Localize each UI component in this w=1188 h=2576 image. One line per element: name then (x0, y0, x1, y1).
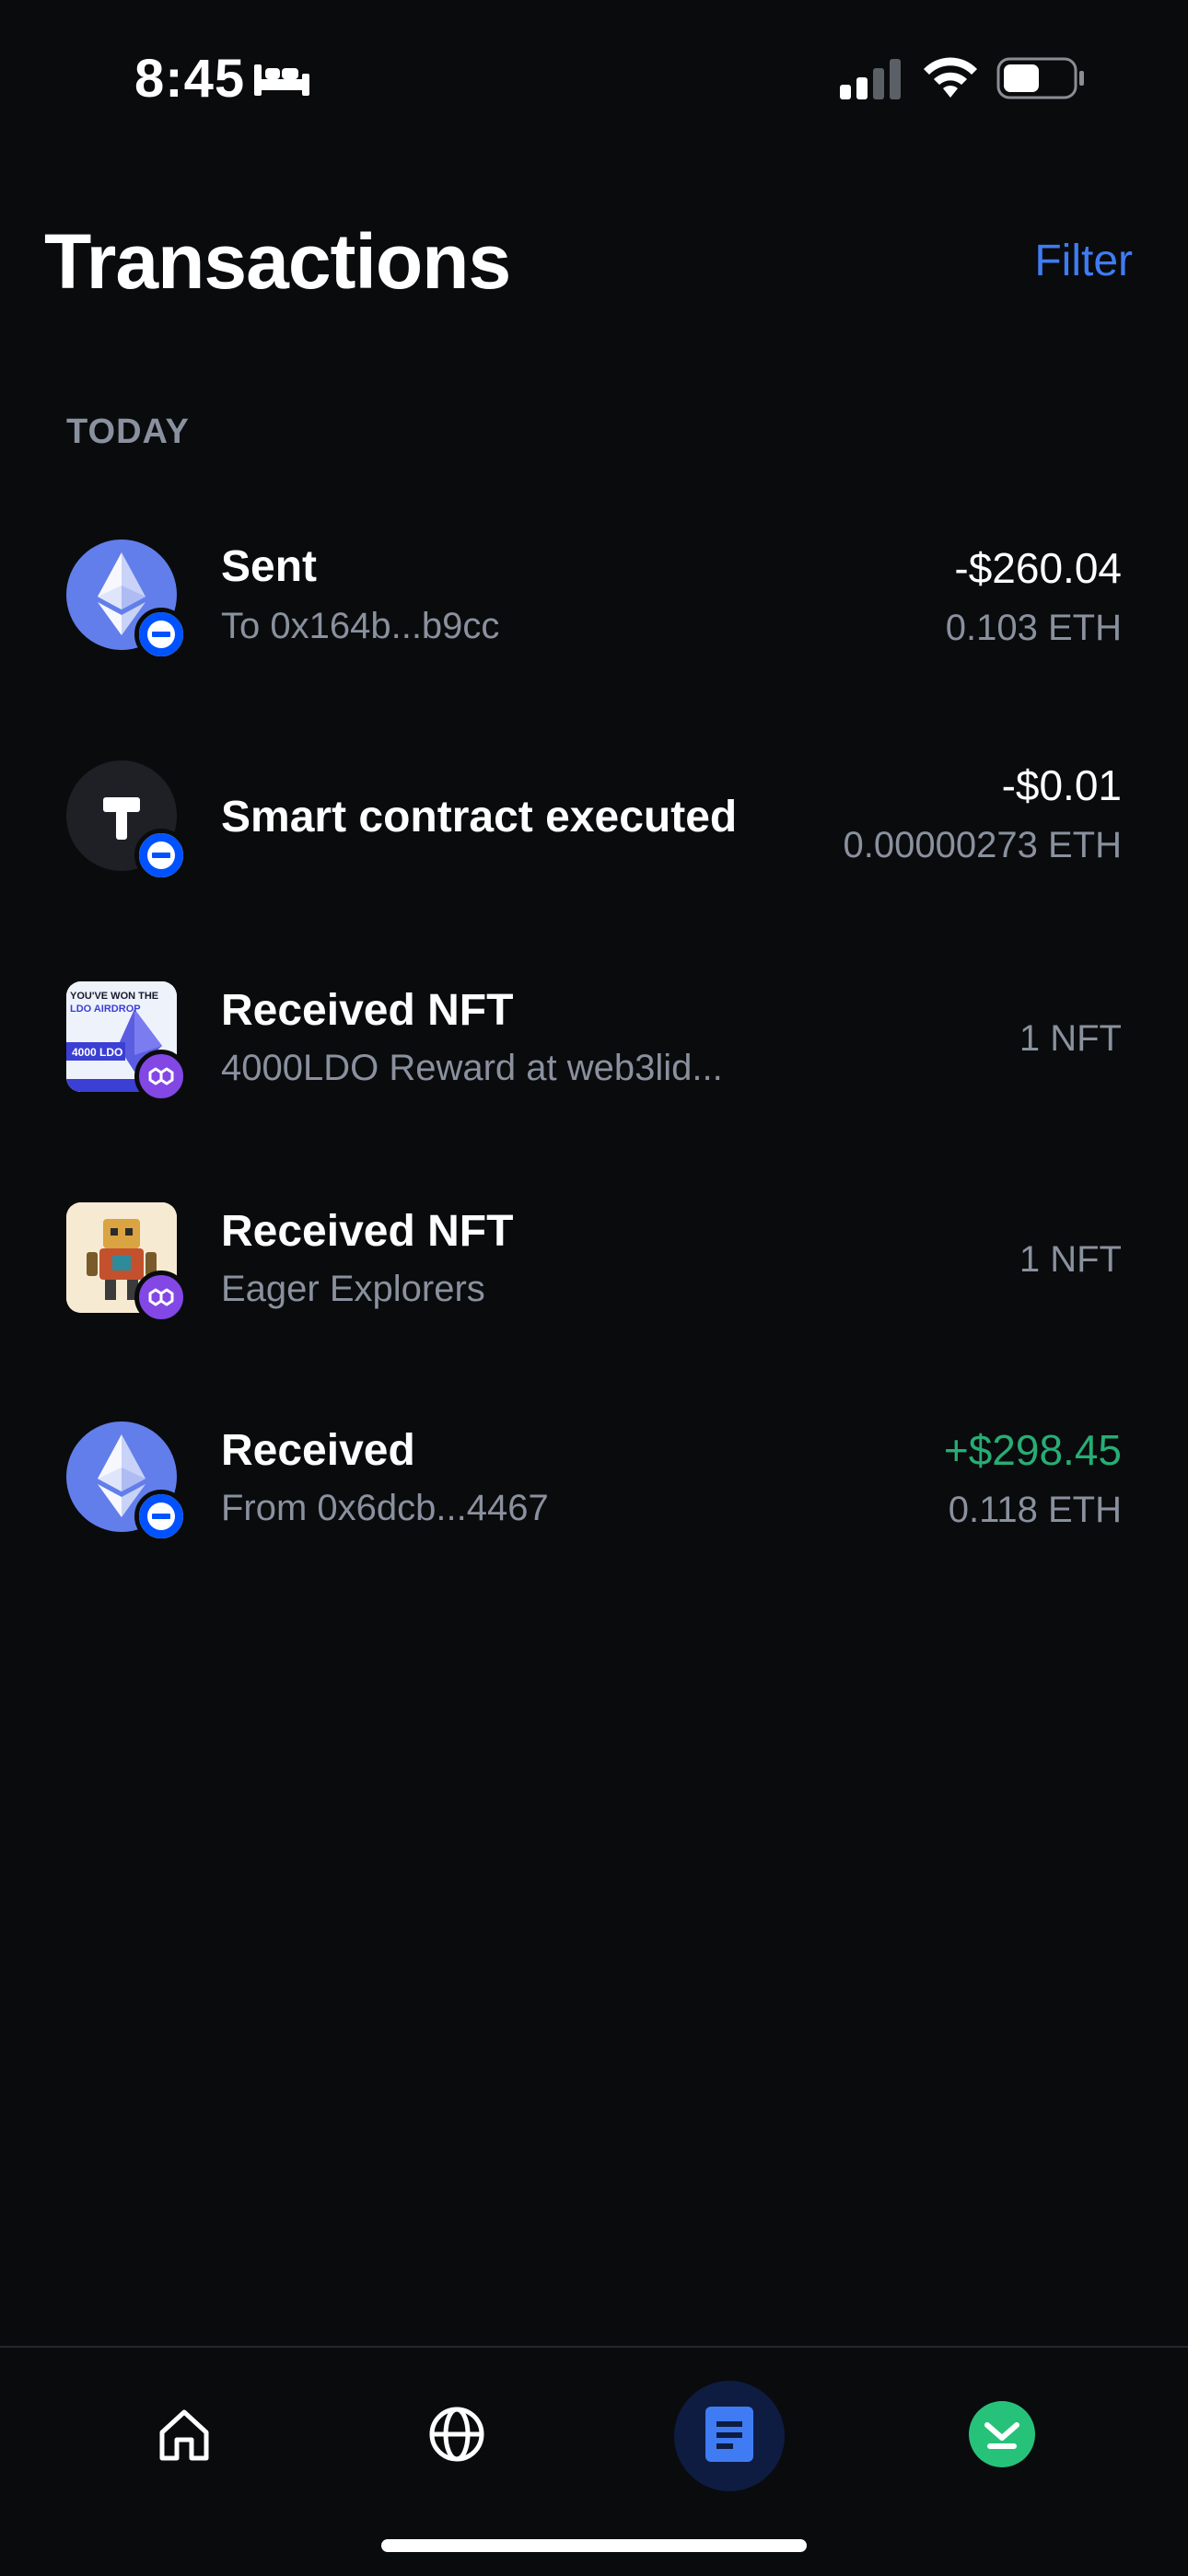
nft-thumbnail-text: YOU'VE WON THE (70, 991, 159, 1002)
download-icon (969, 2400, 1035, 2472)
bed-icon (254, 61, 309, 100)
ethereum-icon (66, 1421, 188, 1543)
hammer-icon (66, 760, 188, 882)
transaction-title: Received NFT (221, 1207, 514, 1256)
transaction-crypto-amount: 0.118 ETH (948, 1490, 1122, 1530)
polygon-network-badge (134, 1050, 188, 1103)
ethereum-network-badge (134, 829, 188, 882)
transaction-row-smart-contract[interactable]: Smart contract executed -$0.01 0.0000027… (0, 725, 1188, 910)
ethereum-network-badge (134, 1490, 188, 1543)
transaction-row-sent[interactable]: Sent To 0x164b...b9cc -$260.04 0.103 ETH (0, 503, 1188, 687)
transaction-fiat-amount: -$0.01 (1001, 761, 1122, 809)
polygon-network-badge (134, 1271, 188, 1324)
transaction-fiat-amount: +$298.45 (943, 1426, 1122, 1474)
transaction-title: Received NFT (221, 986, 514, 1035)
status-time: 8:45 (134, 49, 246, 109)
transaction-row-received[interactable]: Received From 0x6dcb...4467 +$298.45 0.1… (0, 1387, 1188, 1571)
transaction-subtitle: To 0x164b...b9cc (221, 606, 500, 646)
home-indicator (381, 2539, 807, 2552)
transaction-row-received-nft[interactable]: Received NFT Eager Explorers 1 NFT (0, 1167, 1188, 1352)
nft-thumbnail-text: LDO AIRDROP (70, 1004, 141, 1015)
transaction-crypto-amount: 0.00000273 ETH (843, 825, 1122, 865)
transaction-subtitle: Eager Explorers (221, 1269, 485, 1309)
transaction-amount: 1 NFT (1019, 1018, 1122, 1059)
tab-receive[interactable] (947, 2381, 1057, 2491)
tab-home[interactable] (129, 2381, 239, 2491)
cellular-signal-icon (840, 59, 904, 104)
globe-icon (427, 2405, 486, 2468)
nft-thumbnail-text: 4000 LDO (72, 1046, 123, 1059)
section-label-today: TODAY (66, 412, 190, 451)
home-icon (155, 2405, 214, 2468)
transaction-subtitle: 4000LDO Reward at web3lid... (221, 1048, 723, 1088)
transaction-title: Received (221, 1426, 415, 1475)
status-bar: 8:45 (0, 0, 1188, 157)
transaction-fiat-amount: -$260.04 (954, 544, 1122, 592)
ethereum-network-badge (134, 608, 188, 661)
ethereum-icon (66, 540, 188, 661)
transaction-title: Sent (221, 542, 318, 591)
tab-browser[interactable] (402, 2381, 512, 2491)
tab-transactions[interactable] (674, 2381, 785, 2491)
transaction-title: Smart contract executed (221, 793, 738, 841)
transaction-crypto-amount: 0.103 ETH (945, 608, 1122, 648)
transaction-subtitle: From 0x6dcb...4467 (221, 1488, 549, 1528)
wifi-icon (921, 55, 980, 104)
transaction-row-received-nft[interactable]: YOU'VE WON THE LDO AIRDROP 4000 LDO Rece… (0, 946, 1188, 1131)
nft-thumbnail (66, 1202, 188, 1324)
document-icon (702, 2405, 757, 2468)
page-title: Transactions (44, 218, 511, 305)
filter-button[interactable]: Filter (1034, 236, 1133, 286)
battery-icon (996, 57, 1085, 104)
transaction-amount: 1 NFT (1019, 1239, 1122, 1280)
nft-thumbnail: YOU'VE WON THE LDO AIRDROP 4000 LDO (66, 981, 188, 1103)
